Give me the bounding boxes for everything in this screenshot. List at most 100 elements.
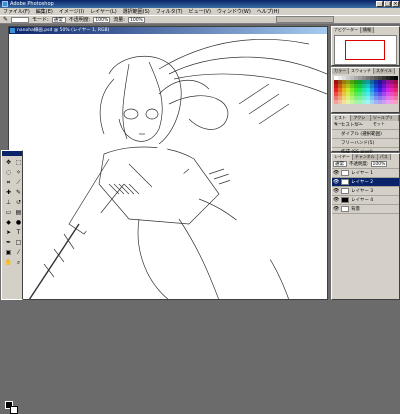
layer-thumbnail — [341, 179, 349, 185]
tab-actions[interactable]: アクション — [351, 115, 371, 126]
layers-tabs: レイヤー チャンネル パス — [332, 154, 399, 160]
lasso-icon[interactable]: ◌ — [4, 168, 13, 177]
visibility-eye-icon[interactable]: 👁 — [333, 188, 339, 194]
menu-select[interactable]: 選択範囲(S) — [120, 8, 153, 15]
tab-navigator[interactable]: ナビゲーター — [332, 27, 361, 33]
history-brush-icon[interactable]: ↺ — [14, 198, 23, 207]
layer-thumbnail — [341, 188, 349, 194]
eraser-icon[interactable]: ▭ — [4, 208, 13, 217]
blend-mode-select[interactable]: 通常 — [333, 161, 347, 167]
layer-thumbnail — [341, 206, 349, 212]
document-title: nanoha線画.psd @ 50% (レイヤー 1, RGB) — [17, 28, 110, 33]
visibility-eye-icon[interactable]: 👁 — [333, 170, 339, 176]
navigator-thumbnail[interactable] — [334, 35, 397, 65]
swatch-grid[interactable] — [334, 76, 398, 104]
layer-thumbnail — [341, 197, 349, 203]
menu-image[interactable]: イメージ(I) — [56, 8, 87, 15]
navigator-panel: ナビゲーター 情報 — [331, 26, 400, 66]
magic-wand-icon[interactable]: ✧ — [14, 168, 23, 177]
document-title-bar[interactable]: nanoha線画.psd @ 50% (レイヤー 1, RGB) — [9, 27, 327, 34]
palette-well[interactable] — [276, 16, 334, 23]
menu-filter[interactable]: フィルタ(T) — [153, 8, 186, 15]
menu-window[interactable]: ウィンドウ(W) — [214, 8, 254, 15]
opacity-label: 不透明度: — [68, 17, 91, 23]
type-icon[interactable]: T — [14, 228, 23, 237]
menu-help[interactable]: ヘルプ(H) — [254, 8, 283, 15]
brush-preset-picker[interactable] — [11, 16, 30, 23]
path-select-icon[interactable]: ➤ — [4, 228, 13, 237]
navigator-view-box[interactable] — [345, 40, 385, 60]
maximize-button[interactable]: □ — [384, 1, 391, 7]
history-item[interactable]: ダイアル (選択範囲) — [332, 130, 399, 139]
menu-edit[interactable]: 編集(E) — [33, 8, 56, 15]
crop-icon[interactable]: ⌗ — [4, 178, 13, 187]
history-item[interactable]: ✎ ヒストリー — [332, 121, 399, 130]
heal-icon[interactable]: ✚ — [4, 188, 13, 197]
menu-file[interactable]: ファイル(F) — [0, 8, 33, 15]
color-swatch[interactable] — [394, 100, 398, 104]
layer-name: 背景 — [351, 207, 360, 212]
visibility-eye-icon[interactable]: 👁 — [333, 179, 339, 185]
opacity-field[interactable]: 100% — [93, 16, 111, 23]
mode-label: モード: — [32, 17, 49, 23]
layer-row-selected[interactable]: 👁 レイヤー 2 — [332, 178, 399, 187]
layer-options-row: 通常 不透明度: 100% — [332, 160, 399, 169]
layer-thumbnail — [341, 170, 349, 176]
tab-paths[interactable]: パス — [377, 154, 391, 160]
visibility-eye-icon[interactable]: 👁 — [333, 197, 339, 203]
visibility-eye-icon[interactable]: 👁 — [333, 206, 339, 212]
tool-grid: ✥ ⬚ ◌ ✧ ⌗ ⟋ ✚ ✎ ⊥ ↺ ▭ ▤ ◆ ● ➤ T ✒ □ ▣ ⁄ … — [2, 156, 22, 269]
layer-row[interactable]: 👁 レイヤー 3 — [332, 187, 399, 196]
pen-icon[interactable]: ✒ — [4, 238, 13, 247]
mode-select[interactable]: 通常 — [51, 16, 66, 23]
dodge-icon[interactable]: ● — [14, 218, 23, 227]
gradient-icon[interactable]: ▤ — [14, 208, 23, 217]
layer-row[interactable]: 👁 背景 — [332, 205, 399, 214]
history-brush-source-icon[interactable] — [333, 131, 339, 137]
tab-swatches[interactable]: スウォッチ — [349, 68, 374, 74]
tab-history[interactable]: ヒストリー — [332, 115, 352, 126]
tab-color[interactable]: カラー — [332, 68, 349, 74]
marquee-icon[interactable]: ⬚ — [14, 158, 23, 167]
title-bar: Adobe Photoshop _ □ × — [0, 0, 400, 8]
history-brush-source-icon[interactable]: ✎ — [333, 122, 339, 128]
menu-bar: ファイル(F) 編集(E) イメージ(I) レイヤー(L) 選択範囲(S) フィ… — [0, 8, 400, 15]
menu-layer[interactable]: レイヤー(L) — [87, 8, 120, 15]
brush-tool-icon[interactable]: ✎ — [3, 16, 8, 23]
brush-icon[interactable]: ✎ — [14, 188, 23, 197]
eyedropper-icon[interactable]: ⁄ — [14, 248, 23, 257]
tool-options-bar: ✎ モード: 通常 不透明度: 100% 流量: 100% — [0, 15, 400, 24]
minimize-button[interactable]: _ — [376, 1, 383, 7]
notes-icon[interactable]: ▣ — [4, 248, 13, 257]
move-icon[interactable]: ✥ — [4, 158, 13, 167]
shape-icon[interactable]: □ — [14, 238, 23, 247]
history-panel: ヒストリー アクション ツールプリセット ✎ ヒストリー ダイアル (選択範囲) … — [331, 114, 400, 155]
stamp-icon[interactable]: ⊥ — [4, 198, 13, 207]
layer-opacity-field[interactable]: 100% — [370, 161, 388, 167]
tab-layers[interactable]: レイヤー — [332, 154, 353, 160]
zoom-icon[interactable]: ⌕ — [14, 258, 23, 267]
flow-label: 流量: — [113, 17, 125, 23]
tab-styles[interactable]: スタイル — [374, 68, 395, 74]
drawing-canvas[interactable] — [9, 34, 327, 300]
hand-icon[interactable]: ✋ — [4, 258, 13, 267]
layer-row[interactable]: 👁 レイヤー 4 — [332, 196, 399, 205]
background-color-swatch[interactable] — [10, 406, 18, 414]
photoshop-app-icon — [2, 1, 8, 7]
close-button[interactable]: × — [392, 1, 399, 7]
tab-info[interactable]: 情報 — [361, 27, 374, 33]
layer-name: レイヤー 4 — [351, 198, 374, 203]
layer-name: レイヤー 1 — [351, 171, 374, 176]
history-brush-source-icon[interactable] — [333, 140, 339, 146]
document-icon — [10, 28, 15, 33]
history-item[interactable]: フリーハンド(5) — [332, 139, 399, 148]
document-window[interactable]: nanoha線画.psd @ 50% (レイヤー 1, RGB) — [8, 26, 328, 300]
toolbox: ✥ ⬚ ◌ ✧ ⌗ ⟋ ✚ ✎ ⊥ ↺ ▭ ▤ ◆ ● ➤ T ✒ □ ▣ ⁄ … — [1, 150, 23, 414]
layer-row[interactable]: 👁 レイヤー 1 — [332, 169, 399, 178]
blur-icon[interactable]: ◆ — [4, 218, 13, 227]
tab-tool-presets[interactable]: ツールプリセット — [370, 115, 399, 126]
flow-field[interactable]: 100% — [127, 16, 145, 23]
slice-icon[interactable]: ⟋ — [14, 178, 23, 187]
tab-channels[interactable]: チャンネル — [352, 154, 378, 160]
menu-view[interactable]: ビュー(V) — [186, 8, 214, 15]
